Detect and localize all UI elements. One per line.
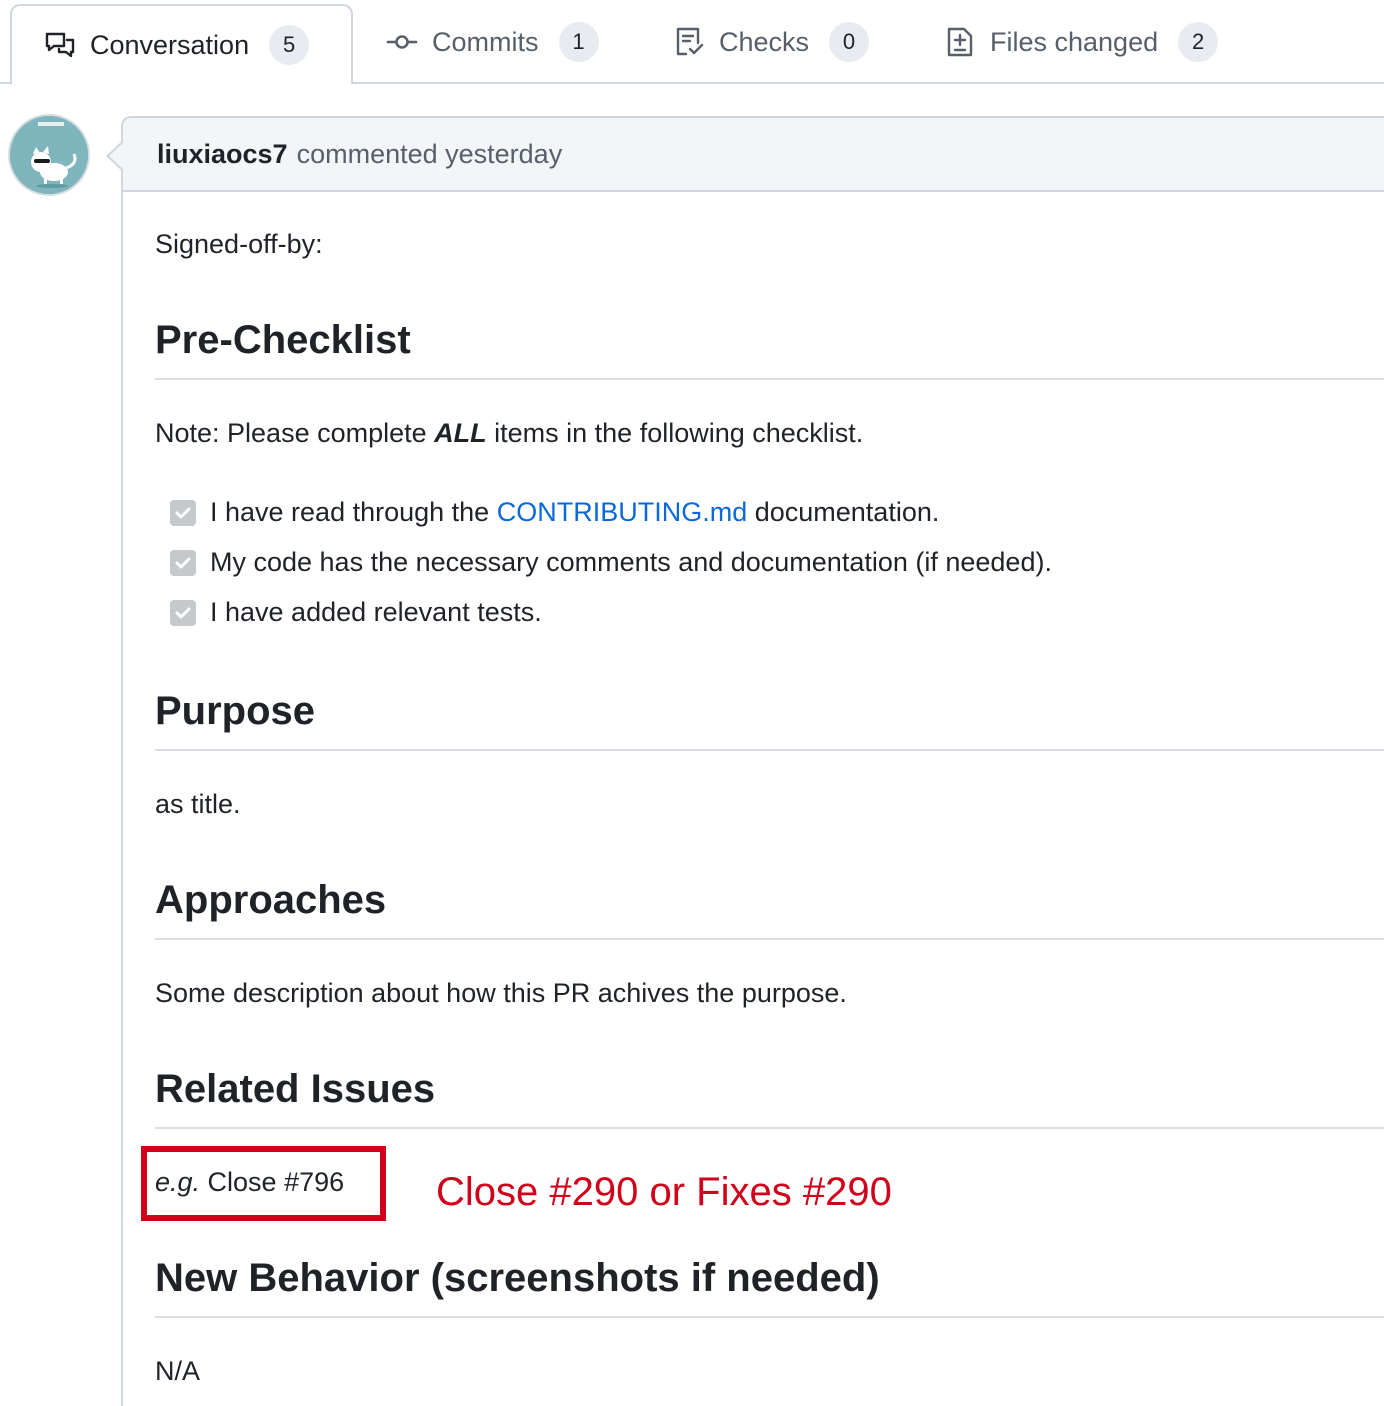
tab-files-changed-count: 2: [1178, 22, 1219, 62]
tab-commits[interactable]: Commits 1: [386, 0, 599, 84]
check-icon: [175, 507, 191, 518]
comment-caret-fill: [109, 143, 123, 169]
purpose-text: as title.: [155, 789, 241, 819]
comment-author[interactable]: liuxiaocs7: [157, 139, 288, 170]
signed-off-text: Signed-off-by:: [155, 229, 323, 259]
new-behavior-text: N/A: [155, 1356, 201, 1386]
checklist-note: Note: Please complete ALL items in the f…: [155, 418, 863, 449]
pr-tabs: Conversation 5 Commits 1 Checks 0 Files …: [0, 0, 1384, 84]
tab-checks-label: Checks: [719, 26, 810, 57]
heading-pre-checklist: Pre-Checklist: [155, 318, 411, 362]
comment-border-left: [121, 190, 123, 1406]
checklist-note-suffix: items in the following checklist.: [486, 418, 864, 448]
tab-conversation-count: 5: [269, 25, 310, 65]
tab-conversation-label: Conversation: [90, 29, 250, 60]
tab-checks-count: 0: [829, 22, 870, 62]
tab-conversation[interactable]: Conversation 5: [10, 4, 353, 84]
task-item: I have read through the CONTRIBUTING.md …: [170, 497, 939, 528]
heading-divider: [155, 378, 1384, 380]
pull-request-page: Conversation 5 Commits 1 Checks 0 Files …: [0, 0, 1384, 1406]
task-item: My code has the necessary comments and d…: [170, 547, 1052, 578]
comment-discussion-icon: [44, 29, 76, 61]
tab-commits-label: Commits: [432, 26, 539, 57]
task-checkbox[interactable]: [170, 599, 196, 626]
task-text: I have added relevant tests.: [210, 597, 542, 627]
checklist-icon: [673, 26, 705, 58]
comment-header: liuxiaocs7 commented yesterday: [121, 116, 1384, 192]
heading-divider: [155, 749, 1384, 751]
task-item: I have added relevant tests.: [170, 597, 542, 628]
tab-files-changed[interactable]: Files changed 2: [944, 0, 1219, 84]
highlight-box: [141, 1146, 386, 1221]
task-checkbox[interactable]: [170, 549, 196, 576]
check-icon: [175, 607, 191, 618]
checklist-note-emphasis: ALL: [434, 418, 487, 448]
heading-approaches: Approaches: [155, 878, 387, 922]
annotation-text: Close #290 or Fixes #290: [436, 1170, 892, 1214]
check-icon: [175, 557, 191, 568]
task-text: I have read through the CONTRIBUTING.md …: [210, 497, 939, 528]
heading-related-issues: Related Issues: [155, 1067, 436, 1111]
heading-divider: [155, 1127, 1384, 1129]
tab-commits-count: 1: [558, 22, 599, 62]
approaches-text: Some description about how this PR achiv…: [155, 978, 847, 1008]
file-diff-icon: [944, 26, 976, 58]
task-text-suffix: documentation.: [747, 497, 940, 527]
git-commit-icon: [386, 26, 418, 58]
checklist-note-prefix: Note: Please complete: [155, 418, 435, 448]
task-text: My code has the necessary comments and d…: [210, 547, 1052, 577]
heading-purpose: Purpose: [155, 689, 316, 733]
task-text-prefix: I have read through the: [210, 497, 497, 527]
avatar[interactable]: [8, 114, 90, 196]
heading-divider: [155, 1316, 1384, 1318]
task-checkbox[interactable]: [170, 499, 196, 526]
tab-checks[interactable]: Checks 0: [673, 0, 870, 84]
comment-timestamp[interactable]: commented yesterday: [297, 139, 563, 170]
heading-divider: [155, 938, 1384, 940]
tab-files-changed-label: Files changed: [990, 26, 1159, 57]
cat-avatar-icon: [10, 116, 88, 194]
contributing-link[interactable]: CONTRIBUTING.md: [497, 497, 748, 527]
heading-new-behavior: New Behavior (screenshots if needed): [155, 1256, 880, 1300]
